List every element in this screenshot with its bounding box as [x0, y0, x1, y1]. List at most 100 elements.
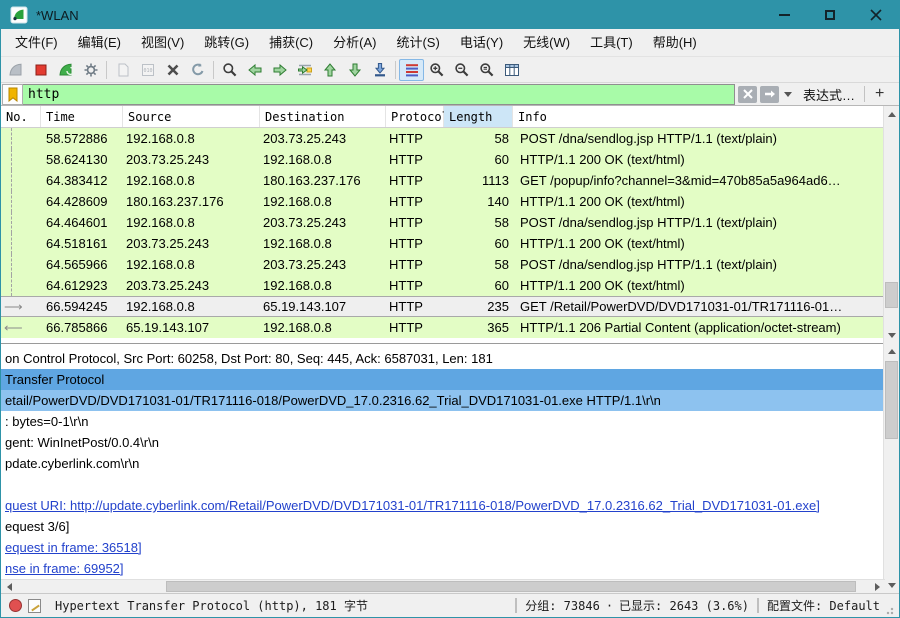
cell-info: HTTP/1.1 200 OK (text/html)	[520, 194, 685, 209]
detail-line[interactable]: quest URI: http://update.cyberlink.com/R…	[1, 495, 885, 516]
status-profile[interactable]: 配置文件: Default	[767, 597, 880, 614]
table-row[interactable]: 64.518161 203.73.25.243 192.168.0.8 HTTP…	[1, 233, 885, 254]
table-row[interactable]: 66.594245 192.168.0.8 65.19.143.107 HTTP…	[1, 296, 885, 317]
column-header[interactable]: Destination	[260, 106, 386, 127]
cell-source: 180.163.237.176	[126, 194, 224, 209]
menu-item[interactable]: 帮助(H)	[643, 29, 707, 56]
scroll-up-icon[interactable]	[884, 343, 899, 359]
cell-no	[1, 233, 41, 254]
column-header[interactable]: Info	[513, 106, 885, 127]
detail-line[interactable]: nse in frame: 69952]	[1, 558, 885, 579]
cell-no	[1, 254, 41, 275]
scroll-thumb[interactable]	[885, 282, 898, 308]
go-back-icon[interactable]	[242, 59, 267, 81]
stop-capture-icon[interactable]	[28, 59, 53, 81]
scroll-thumb[interactable]	[885, 361, 898, 439]
detail-line[interactable]: equest 3/6]	[1, 516, 885, 537]
cell-destination: 192.168.0.8	[263, 320, 332, 335]
minimize-button[interactable]	[761, 1, 807, 29]
menu-item[interactable]: 跳转(G)	[194, 29, 259, 56]
menu-item[interactable]: 文件(F)	[5, 29, 68, 56]
zoom-out-icon[interactable]	[449, 59, 474, 81]
scroll-right-icon[interactable]	[869, 580, 885, 594]
colorize-icon[interactable]	[399, 58, 424, 81]
display-filter-input[interactable]	[23, 83, 735, 105]
open-file-icon[interactable]	[110, 59, 135, 81]
zoom-in-icon[interactable]	[424, 59, 449, 81]
cell-info: POST /dna/sendlog.jsp HTTP/1.1 (text/pla…	[520, 131, 777, 146]
menu-item[interactable]: 电话(Y)	[450, 29, 513, 56]
table-row[interactable]: 64.383412 192.168.0.8 180.163.237.176 HT…	[1, 170, 885, 191]
add-filter-button[interactable]: +	[865, 85, 894, 103]
go-down-icon[interactable]	[342, 59, 367, 81]
cell-no	[1, 275, 41, 296]
filter-history-dropdown[interactable]	[781, 86, 794, 103]
table-row[interactable]: 58.572886 192.168.0.8 203.73.25.243 HTTP…	[1, 128, 885, 149]
cell-source: 192.168.0.8	[126, 215, 195, 230]
detail-line[interactable]: pdate.cyberlink.com\r\n	[1, 453, 885, 474]
table-row[interactable]: 64.464601 192.168.0.8 203.73.25.243 HTTP…	[1, 212, 885, 233]
detail-line[interactable]	[1, 474, 885, 495]
detail-pane-scrollbar[interactable]	[883, 343, 899, 593]
menu-item[interactable]: 编辑(E)	[68, 29, 131, 56]
column-header[interactable]: Source	[123, 106, 260, 127]
scroll-down-icon[interactable]	[884, 327, 899, 343]
detail-line[interactable]: gent: WinInetPost/0.0.4\r\n	[1, 432, 885, 453]
expert-info-icon[interactable]	[9, 599, 22, 612]
menu-item[interactable]: 捕获(C)	[259, 29, 323, 56]
expression-button[interactable]: 表达式…	[794, 85, 864, 104]
scroll-left-icon[interactable]	[1, 580, 17, 594]
detail-line[interactable]: equest in frame: 36518]	[1, 537, 885, 558]
resize-columns-icon[interactable]	[499, 59, 524, 81]
packet-list-scrollbar[interactable]	[883, 106, 899, 343]
packet-list-body: 58.572886 192.168.0.8 203.73.25.243 HTTP…	[1, 128, 885, 343]
close-button[interactable]	[853, 1, 899, 29]
go-forward-icon[interactable]	[267, 59, 292, 81]
resize-grip[interactable]	[886, 604, 896, 615]
filter-apply-button[interactable]	[760, 85, 779, 103]
column-header[interactable]: No.	[1, 106, 41, 127]
menu-item[interactable]: 工具(T)	[580, 29, 643, 56]
reload-file-icon[interactable]	[185, 59, 210, 81]
capture-comment-icon[interactable]	[28, 598, 41, 613]
wireshark-app-icon	[10, 6, 28, 24]
capture-options-icon[interactable]	[78, 59, 103, 81]
close-file-icon[interactable]	[160, 59, 185, 81]
menu-item[interactable]: 无线(W)	[513, 29, 580, 56]
column-header[interactable]: Protocol	[386, 106, 449, 127]
restart-capture-icon[interactable]	[53, 59, 78, 81]
menu-item[interactable]: 视图(V)	[131, 29, 194, 56]
menu-item[interactable]: 分析(A)	[323, 29, 386, 56]
table-row[interactable]: 58.624130 203.73.25.243 192.168.0.8 HTTP…	[1, 149, 885, 170]
detail-line[interactable]: : bytes=0-1\r\n	[1, 411, 885, 432]
table-row[interactable]: 66.785866 65.19.143.107 192.168.0.8 HTTP…	[1, 317, 885, 338]
find-packet-icon[interactable]	[217, 59, 242, 81]
table-row[interactable]: 64.428609 180.163.237.176 192.168.0.8 HT…	[1, 191, 885, 212]
cell-destination: 192.168.0.8	[263, 152, 332, 167]
status-dot: ·	[605, 598, 614, 613]
filter-clear-button[interactable]	[738, 85, 757, 103]
conversation-marker-icon	[11, 128, 12, 149]
detail-line[interactable]: Transfer Protocol	[1, 369, 885, 390]
column-header[interactable]: Length	[444, 106, 513, 127]
filter-bookmark-button[interactable]	[2, 83, 23, 105]
scroll-thumb[interactable]	[166, 581, 856, 592]
scroll-down-icon[interactable]	[884, 577, 899, 593]
column-header[interactable]: Time	[41, 106, 123, 127]
zoom-reset-icon[interactable]	[474, 59, 499, 81]
table-row[interactable]: 64.612923 203.73.25.243 192.168.0.8 HTTP…	[1, 275, 885, 296]
detail-line[interactable]: etail/PowerDVD/DVD171031-01/TR171116-018…	[1, 390, 885, 411]
scroll-up-icon[interactable]	[884, 106, 899, 122]
maximize-button[interactable]	[807, 1, 853, 29]
cell-info: HTTP/1.1 200 OK (text/html)	[520, 278, 685, 293]
detail-line[interactable]: on Control Protocol, Src Port: 60258, Ds…	[1, 348, 885, 369]
start-capture-icon[interactable]	[3, 59, 28, 81]
conversation-marker-icon	[1, 296, 41, 317]
go-to-bottom-icon[interactable]	[367, 59, 392, 81]
save-file-icon[interactable]: 010	[135, 59, 160, 81]
go-to-packet-icon[interactable]	[292, 59, 317, 81]
go-up-icon[interactable]	[317, 59, 342, 81]
table-row[interactable]: 64.565966 192.168.0.8 203.73.25.243 HTTP…	[1, 254, 885, 275]
menu-item[interactable]: 统计(S)	[386, 29, 449, 56]
detail-pane-hscrollbar[interactable]	[1, 579, 885, 593]
